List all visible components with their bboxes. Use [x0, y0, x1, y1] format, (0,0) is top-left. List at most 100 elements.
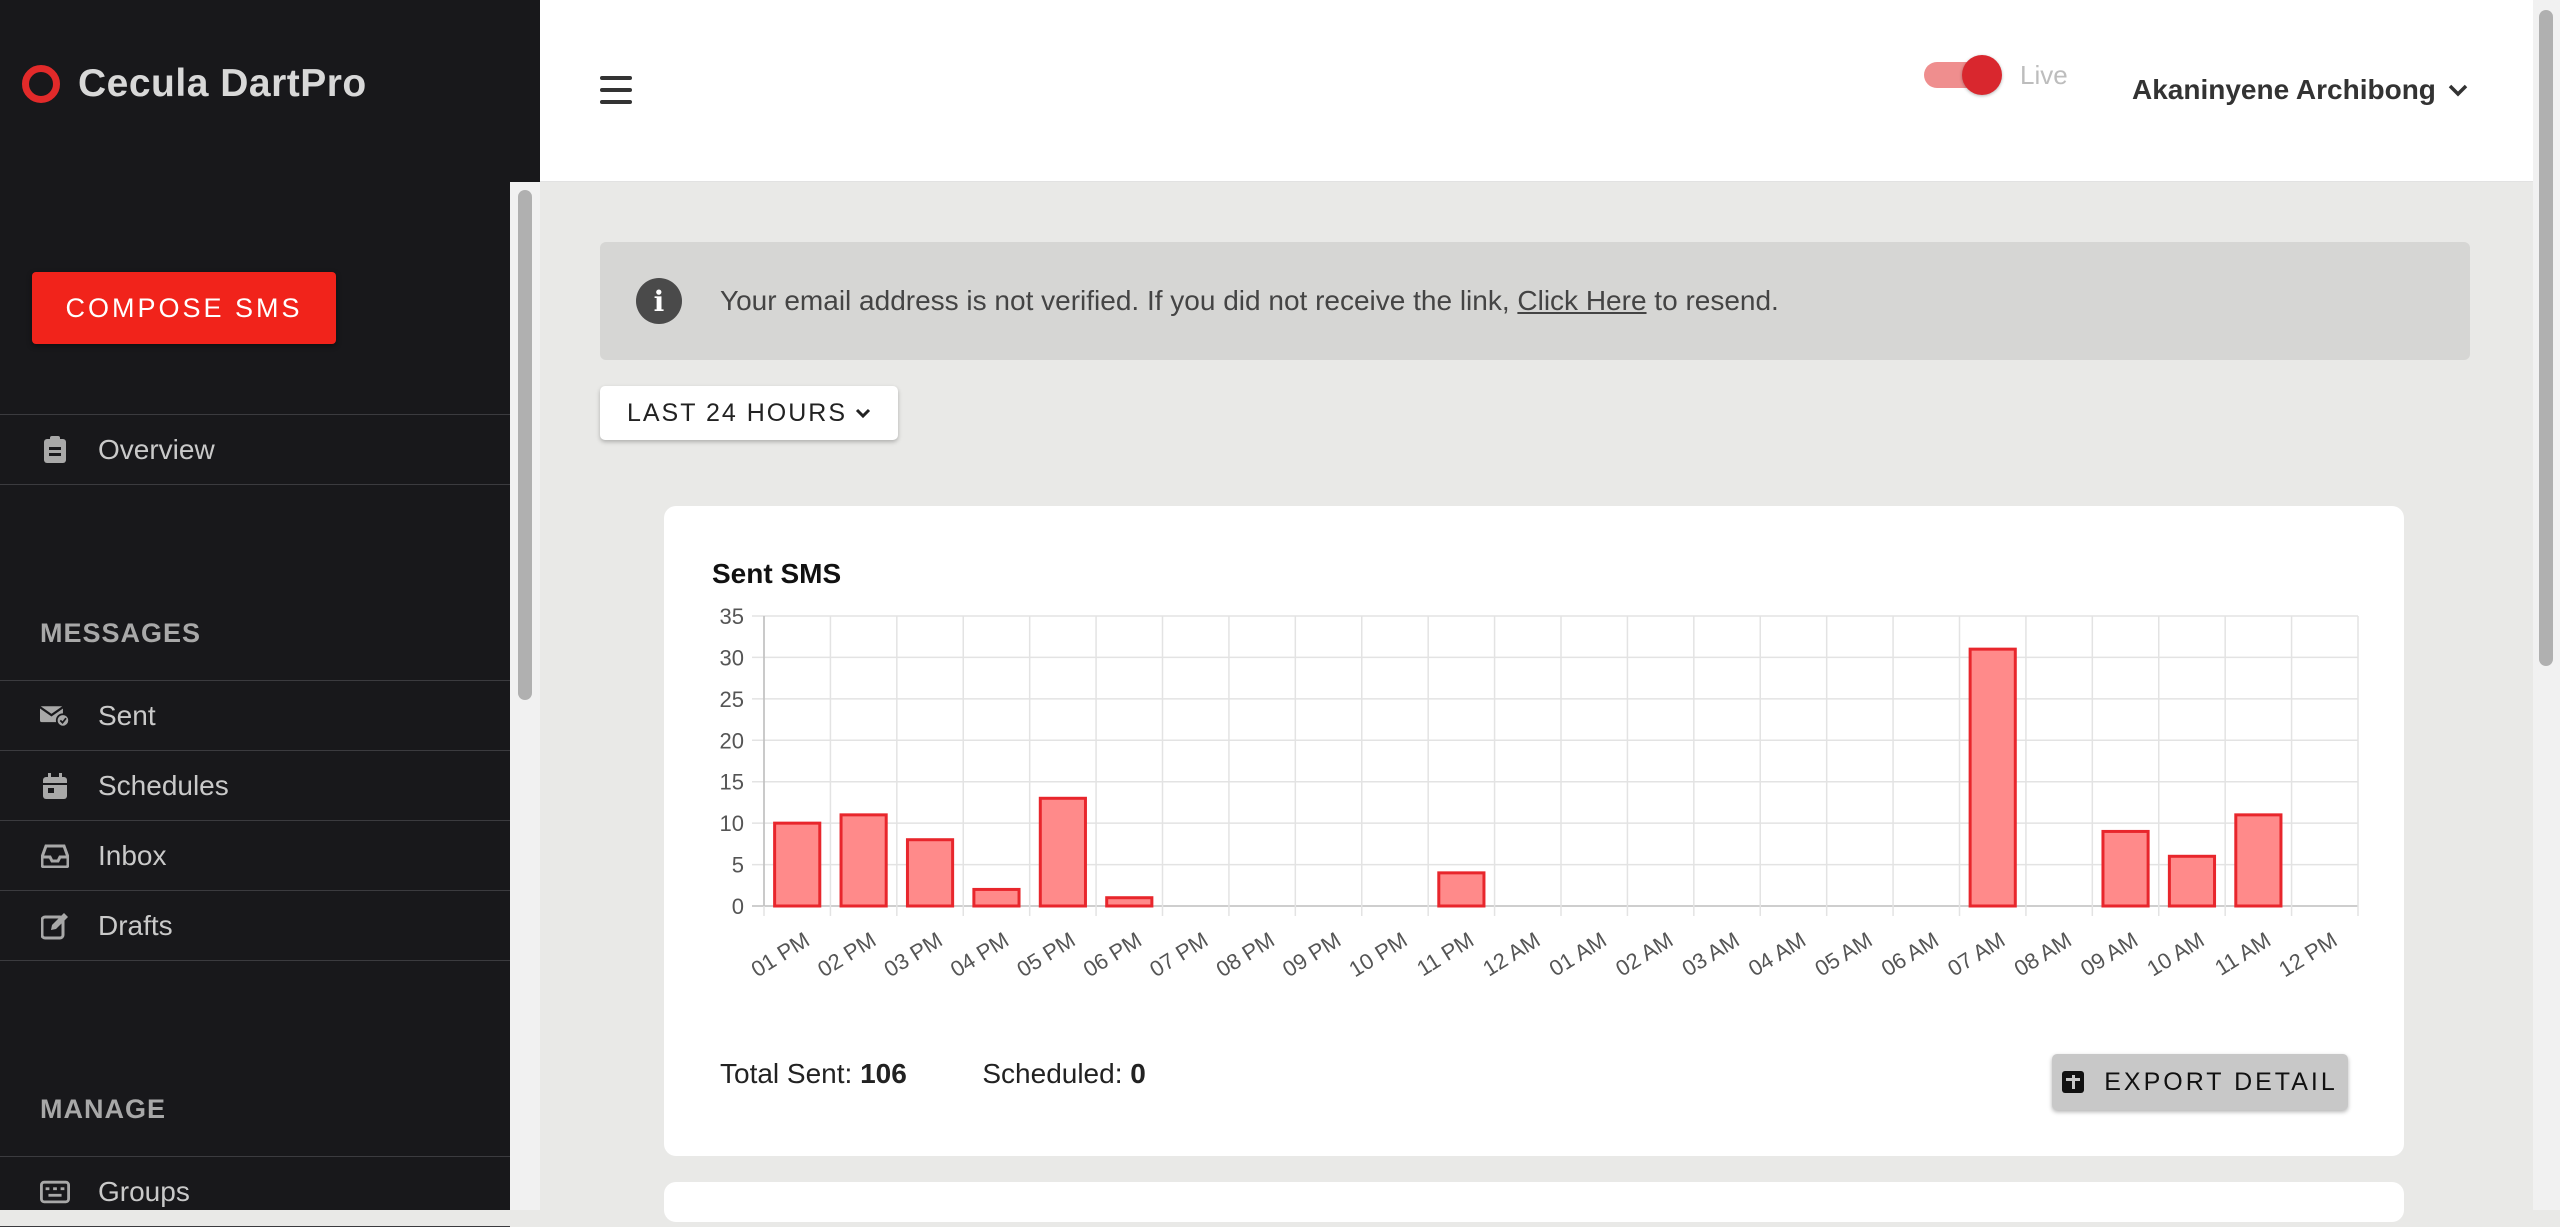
x-tick-label: 12 AM	[1478, 927, 1544, 981]
sidebar-item-drafts[interactable]: Drafts	[0, 891, 510, 961]
export-detail-button[interactable]: EXPORT DETAIL	[2052, 1054, 2348, 1110]
x-tick-label: 09 PM	[1278, 927, 1345, 982]
inbox-icon	[40, 841, 70, 871]
chart-stats: Total Sent: 106 Scheduled: 0	[720, 1058, 1146, 1090]
bar	[1038, 796, 1087, 908]
x-tick-label: 10 PM	[1344, 927, 1411, 982]
edit-icon	[40, 911, 70, 941]
sidebar-item-label: Schedules	[98, 769, 229, 801]
x-tick-label: 06 AM	[1877, 927, 1943, 981]
x-tick-label: 03 PM	[880, 927, 947, 982]
toggle-knob	[1962, 55, 2002, 95]
chevron-down-icon	[855, 408, 871, 419]
compose-sms-button[interactable]: COMPOSE SMS	[32, 272, 336, 344]
messages-heading: MESSAGES	[40, 618, 202, 648]
brand-name: Cecula DartPro	[78, 62, 367, 105]
x-tick-label: 01 AM	[1545, 927, 1611, 981]
bar	[905, 838, 955, 908]
bar	[972, 887, 1021, 908]
x-tick-label: 04 AM	[1744, 927, 1810, 981]
x-tick-label: 08 PM	[1212, 927, 1279, 982]
y-tick-label: 25	[720, 687, 744, 712]
bar	[1105, 896, 1154, 908]
x-tick-label: 09 AM	[2076, 927, 2142, 981]
total-sent-value: 106	[860, 1058, 907, 1089]
alert-text: Your email address is not verified. If y…	[720, 285, 1518, 316]
chevron-down-icon	[2448, 84, 2468, 97]
bar	[839, 813, 888, 908]
info-icon: i	[636, 278, 682, 324]
brand[interactable]: Cecula DartPro	[22, 62, 367, 106]
x-tick-label: 08 AM	[2010, 927, 2076, 981]
x-tick-label: 02 PM	[813, 927, 880, 982]
x-tick-label: 01 PM	[747, 927, 814, 982]
x-tick-label: 12 PM	[2274, 927, 2341, 982]
x-tick-label: 05 PM	[1012, 927, 1079, 982]
y-tick-label: 35	[720, 604, 744, 629]
manage-heading: MANAGE	[40, 1094, 166, 1124]
calendar-icon	[40, 771, 70, 801]
x-tick-label: 06 PM	[1079, 927, 1146, 982]
total-sent-label: Total Sent:	[720, 1058, 853, 1089]
hamburger-menu-icon[interactable]	[600, 76, 632, 104]
bar	[1968, 647, 2017, 908]
top-bar: Live Akaninyene Archibong	[540, 0, 2533, 182]
y-tick-label: 20	[720, 728, 744, 753]
x-tick-label: 07 AM	[1943, 927, 2009, 981]
y-tick-label: 15	[720, 770, 744, 795]
brand-logo-icon	[22, 65, 60, 103]
next-card	[664, 1182, 2404, 1222]
sent-sms-card: Sent SMS 0 5 10 15 20 25 30 35 01 PM 02 PM 03 PM 04…	[664, 506, 2404, 1156]
resend-link[interactable]: Click Here	[1517, 285, 1646, 316]
scheduled-label: Scheduled:	[982, 1058, 1123, 1089]
y-tick-label: 30	[720, 645, 744, 670]
y-tick-label: 10	[720, 811, 744, 836]
alert-message: Your email address is not verified. If y…	[720, 285, 1779, 317]
export-label: EXPORT DETAIL	[2104, 1067, 2338, 1096]
live-toggle[interactable]	[1924, 55, 2002, 95]
x-tick-label: 02 AM	[1611, 927, 1677, 981]
x-tick-label: 07 PM	[1145, 927, 1212, 982]
clipboard-icon	[40, 435, 70, 465]
time-range-label: LAST 24 HOURS	[626, 398, 848, 427]
live-label: Live	[2020, 60, 2068, 90]
sidebar-item-label: Groups	[98, 1175, 190, 1207]
user-menu[interactable]: Akaninyene Archibong	[2132, 74, 2468, 106]
bar	[1437, 871, 1486, 908]
bar	[2234, 813, 2283, 908]
y-tick-label: 5	[732, 853, 744, 878]
sidebar-item-schedules[interactable]: Schedules	[0, 751, 510, 821]
sidebar-item-label: Overview	[98, 433, 215, 465]
envelope-check-icon	[40, 701, 70, 731]
sidebar: Cecula DartPro COMPOSE SMS Overview MESS…	[0, 0, 540, 1227]
sidebar-item-label: Drafts	[98, 909, 173, 941]
export-icon	[2062, 1071, 2085, 1093]
scrollbar-thumb[interactable]	[518, 190, 532, 700]
x-tick-label: 11 AM	[2210, 927, 2275, 980]
time-range-dropdown[interactable]: LAST 24 HOURS	[600, 386, 898, 440]
x-tick-label: 10 AM	[2142, 927, 2208, 981]
email-verification-alert: i Your email address is not verified. If…	[600, 242, 2470, 360]
x-tick-label: 05 AM	[1810, 927, 1876, 981]
keyboard-icon	[40, 1177, 70, 1207]
bar	[773, 821, 822, 908]
scheduled-value: 0	[1130, 1058, 1146, 1089]
sidebar-item-label: Inbox	[98, 839, 167, 871]
user-name: Akaninyene Archibong	[2132, 74, 2436, 105]
sent-sms-chart: 0510152025303501 PM 02 PM 03 PM 04 PM 05 PM 0…	[720, 604, 2359, 982]
sidebar-item-sent[interactable]: Sent	[0, 681, 510, 751]
x-tick-label: 04 PM	[946, 927, 1013, 982]
sidebar-scrollbar[interactable]	[510, 182, 540, 1210]
sidebar-item-overview[interactable]: Overview	[0, 414, 510, 485]
alert-text-end: to resend.	[1646, 285, 1779, 316]
bar	[2167, 854, 2217, 908]
y-tick-label: 0	[732, 894, 744, 919]
x-tick-label: 11 PM	[1412, 927, 1478, 981]
sidebar-item-groups[interactable]: Groups	[0, 1157, 510, 1227]
main-scrollbar[interactable]	[2533, 0, 2560, 1210]
bar	[2101, 829, 2150, 908]
sidebar-item-label: Sent	[98, 699, 156, 731]
x-tick-label: 03 AM	[1678, 927, 1744, 981]
scrollbar-thumb[interactable]	[2539, 10, 2553, 666]
sidebar-item-inbox[interactable]: Inbox	[0, 821, 510, 891]
